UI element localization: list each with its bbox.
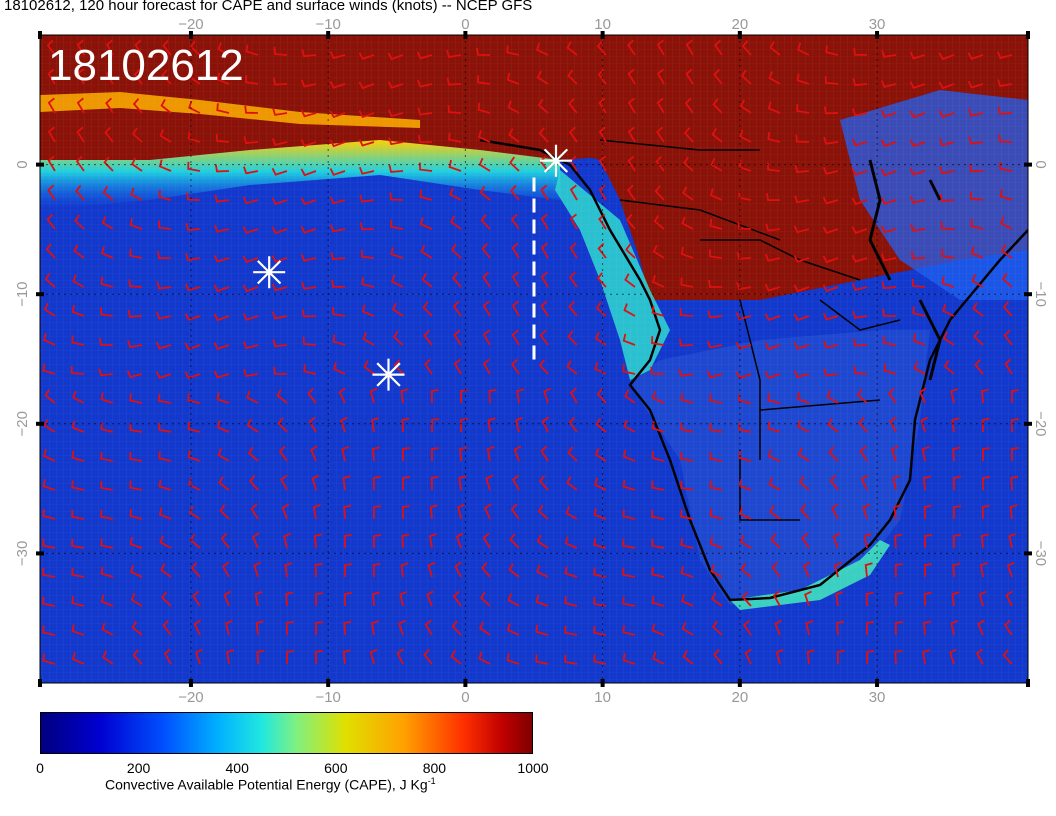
lat-tick-label-right: −20 (1032, 411, 1049, 436)
lat-tick-label-left: −20 (14, 411, 31, 436)
lat-tick-label-left: −10 (14, 281, 31, 306)
lon-tick-label-top: 20 (731, 16, 748, 33)
colorbar-tick-label: 200 (126, 760, 151, 776)
colorbar (40, 712, 533, 754)
colorbar-tick-label: 0 (36, 760, 44, 776)
colorbar-tick-label: 400 (225, 760, 249, 776)
lon-tick-label-top: −10 (315, 16, 340, 33)
star-marker (372, 358, 405, 391)
colorbar-tick-label: 1000 (517, 760, 549, 776)
date-badge: 18102612 (48, 41, 244, 90)
lat-tick-label-left: −30 (14, 541, 31, 566)
lon-tick-label-top: 10 (594, 16, 611, 33)
colorbar-tick-label: 600 (324, 760, 348, 776)
lon-tick-label-bottom: −20 (178, 689, 203, 706)
lat-tick-label-right: 0 (1032, 160, 1049, 168)
lat-tick-label-right: −30 (1032, 541, 1049, 566)
lat-tick-label-left: 0 (14, 160, 31, 168)
cape-wind-map: 18102612 −20 −20 −10 −10 0 0 10 10 20 20 30 30 0 0 −10… (14, 16, 1049, 706)
star-marker (540, 144, 572, 177)
lon-tick-label-bottom: 20 (731, 689, 748, 706)
colorbar-tick-label: 800 (422, 760, 447, 776)
colorbar-label-text: Convective Available Potential Energy (C… (105, 776, 428, 793)
lon-tick-label-top: 0 (461, 16, 469, 33)
lon-tick-label-bottom: 0 (461, 689, 469, 706)
lon-tick-label-bottom: 10 (594, 689, 611, 706)
lon-tick-label-bottom: 30 (869, 689, 886, 706)
lon-tick-label-top: −20 (178, 16, 203, 33)
lon-tick-label-bottom: −10 (315, 689, 340, 706)
colorbar-label-exponent: -1 (427, 776, 436, 786)
lon-tick-label-top: 30 (869, 16, 886, 33)
lat-tick-label-right: −10 (1032, 281, 1049, 306)
star-marker (253, 256, 286, 289)
colorbar-label: Convective Available Potential Energy (C… (105, 776, 436, 793)
